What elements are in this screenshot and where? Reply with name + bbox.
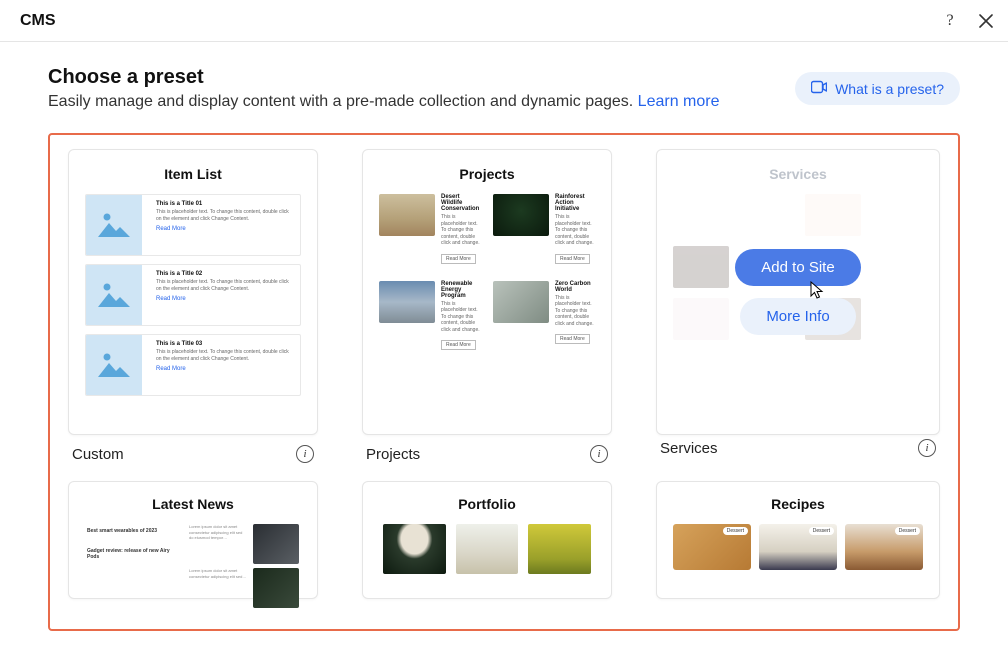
project-item: Rainforest Action Initiative This is pla…	[493, 194, 595, 265]
preset-card-services[interactable]: Services Add to Site	[656, 149, 940, 435]
heading-text-block: Choose a preset Easily manage and displa…	[48, 66, 720, 111]
preset-card-custom[interactable]: Item List This is a Title 01 This is pla…	[68, 149, 318, 435]
preset-gallery-frame: Item List This is a Title 01 This is pla…	[48, 133, 960, 631]
project-thumb	[379, 281, 435, 323]
card-title: Latest News	[152, 496, 234, 512]
preset-hover-overlay: Add to Site More Info	[657, 150, 939, 434]
preset-recipes: Recipes Dessert Dessert Dessert	[656, 481, 940, 599]
app-title: CMS	[20, 12, 56, 30]
recipe-thumb: Dessert	[845, 524, 923, 570]
portfolio-thumb	[456, 524, 519, 574]
preset-label-row: Projects i	[362, 445, 612, 465]
recipe-thumb: Dessert	[759, 524, 837, 570]
project-item: Zero Carbon World This is placeholder te…	[493, 281, 595, 352]
project-thumb	[379, 194, 435, 236]
page-title: Choose a preset	[48, 66, 720, 89]
title-bar: CMS ?	[0, 0, 1008, 42]
preset-card-projects[interactable]: Projects Desert Wildlife Conservation Th…	[362, 149, 612, 435]
recipe-thumb: Dessert	[673, 524, 751, 570]
preset-video-icon	[811, 80, 827, 97]
info-icon[interactable]: i	[296, 445, 314, 463]
preset-latest-news: Latest News Best smart wearables of 2023…	[68, 481, 318, 599]
news-columns: Best smart wearables of 2023 Gadget revi…	[79, 524, 307, 564]
preset-label-row: Services i	[656, 439, 940, 459]
news-thumb	[253, 568, 299, 608]
portfolio-row	[373, 524, 601, 574]
info-icon[interactable]: i	[918, 439, 936, 457]
help-icon[interactable]: ?	[940, 11, 960, 31]
page-subtitle: Easily manage and display content with a…	[48, 93, 720, 111]
preset-label: Services	[660, 440, 718, 457]
portfolio-thumb	[528, 524, 591, 574]
list-item: This is a Title 02 This is placeholder t…	[85, 264, 301, 326]
close-icon[interactable]	[976, 11, 996, 31]
preset-custom: Item List This is a Title 01 This is pla…	[68, 149, 318, 465]
project-thumb	[493, 281, 549, 323]
list-item: This is a Title 03 This is placeholder t…	[85, 334, 301, 396]
preset-label: Custom	[72, 446, 124, 463]
cursor-icon	[808, 281, 826, 301]
image-placeholder-icon	[86, 195, 142, 255]
project-item: Desert Wildlife Conservation This is pla…	[379, 194, 481, 265]
card-title: Item List	[164, 166, 222, 182]
add-to-site-button[interactable]: Add to Site	[735, 249, 860, 286]
project-item: Renewable Energy Program This is placeho…	[379, 281, 481, 352]
card-title: Recipes	[771, 496, 825, 512]
item-list-rows: This is a Title 01 This is placeholder t…	[79, 194, 307, 396]
more-info-button[interactable]: More Info	[740, 298, 855, 335]
info-icon[interactable]: i	[590, 445, 608, 463]
preset-services: Services Add to Site	[656, 149, 940, 465]
heading-row: Choose a preset Easily manage and displa…	[48, 66, 960, 111]
projects-grid: Desert Wildlife Conservation This is pla…	[373, 194, 601, 351]
portfolio-thumb	[383, 524, 446, 574]
news-thumb	[253, 524, 299, 564]
preset-card-recipes[interactable]: Recipes Dessert Dessert Dessert	[656, 481, 940, 599]
preset-gallery: Item List This is a Title 01 This is pla…	[68, 149, 940, 599]
content-area: Choose a preset Easily manage and displa…	[0, 42, 1008, 631]
preset-card-portfolio[interactable]: Portfolio	[362, 481, 612, 599]
card-title: Portfolio	[458, 496, 516, 512]
project-thumb	[493, 194, 549, 236]
card-title: Projects	[459, 166, 514, 182]
title-bar-actions: ?	[940, 11, 996, 31]
preset-projects: Projects Desert Wildlife Conservation Th…	[362, 149, 612, 465]
learn-more-link[interactable]: Learn more	[638, 93, 720, 110]
list-item: This is a Title 01 This is placeholder t…	[85, 194, 301, 256]
what-is-preset-button[interactable]: What is a preset?	[795, 72, 960, 105]
preset-label: Projects	[366, 446, 420, 463]
recipes-row: Dessert Dessert Dessert	[667, 524, 929, 570]
preset-card-latest-news[interactable]: Latest News Best smart wearables of 2023…	[68, 481, 318, 599]
preset-portfolio: Portfolio	[362, 481, 612, 599]
image-placeholder-icon	[86, 335, 142, 395]
image-placeholder-icon	[86, 265, 142, 325]
preset-label-row: Custom i	[68, 445, 318, 465]
